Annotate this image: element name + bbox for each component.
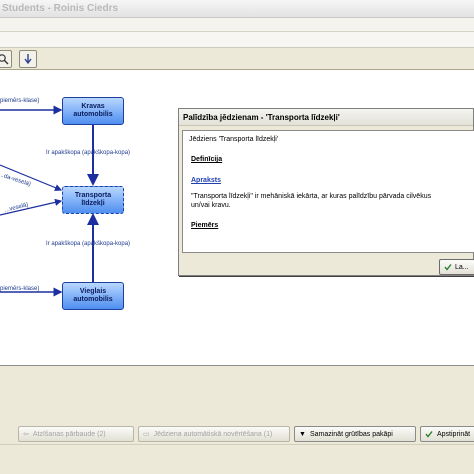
- pin-icon: [24, 54, 32, 65]
- check-arrow-icon: ⇦: [23, 431, 29, 438]
- dialog-close-button[interactable]: La...: [439, 259, 474, 275]
- dialog-title: Palīdzība jēdzienam - 'Transporta līdzek…: [179, 109, 473, 126]
- dialog-term-line: Jēdziens 'Transporta līdzekļi': [189, 136, 279, 143]
- window-titlebar: Students - Roinis Ciedrs: [0, 0, 474, 18]
- zoom-icon: [0, 54, 9, 65]
- menu-bar: [0, 18, 474, 32]
- recognition-check-button[interactable]: ⇦ Atzīšanas pārbaude (2): [18, 426, 134, 442]
- toolbar: [0, 48, 474, 70]
- node-kravas-label: Kravas automobilis: [73, 103, 113, 118]
- node-kravas-automobilis[interactable]: Kravas automobilis: [62, 97, 124, 125]
- document-icon: ▭: [143, 431, 150, 438]
- node-vieglais-automobilis[interactable]: Vieglais automobilis: [62, 282, 124, 310]
- edge-label-left-bottom: piemērs-klase): [0, 286, 40, 292]
- zoom-button[interactable]: [0, 50, 12, 68]
- header-strip: [0, 32, 474, 48]
- dialog-close-label: La...: [455, 263, 469, 271]
- confirm-button[interactable]: Apstiprināt: [420, 426, 474, 442]
- auto-evaluation-button[interactable]: ▭ Jēdziena automātiskā novērtēšana (1): [138, 426, 290, 442]
- lower-panel: [0, 366, 474, 424]
- arrow-down-icon: ▼: [299, 430, 306, 438]
- pin-button[interactable]: [19, 50, 37, 68]
- bottom-button-bar: ⇦ Atzīšanas pārbaude (2) ▭ Jēdziena auto…: [0, 424, 474, 444]
- description-link[interactable]: Apraksts: [191, 177, 221, 184]
- recognition-check-label: Atzīšanas pārbaude (2): [32, 430, 106, 438]
- status-bar: [0, 444, 474, 474]
- check-icon: [444, 264, 452, 271]
- window-title: Students - Roinis Ciedrs: [2, 3, 119, 14]
- dialog-footer: La...: [179, 255, 474, 277]
- dialog-content: Jēdziens 'Transporta līdzekļi' Definīcij…: [182, 130, 474, 253]
- edge-label-left-top: piemērs-klase): [0, 98, 40, 104]
- check-icon: [425, 431, 433, 438]
- examples-link[interactable]: Piemērs: [191, 222, 218, 229]
- reduce-difficulty-label: Samazināt grūtības pakāpi: [309, 430, 393, 438]
- definition-link[interactable]: Definīcija: [191, 156, 222, 163]
- node-transporta-lidzekli[interactable]: Transporta līdzekļi: [62, 186, 124, 214]
- description-text: "Transporta līdzekļi" ir mehāniskā iekār…: [191, 193, 432, 209]
- edge-label-vertical-bottom: Ir apakškopa (apakškopa-kopa): [46, 241, 131, 247]
- confirm-label: Apstiprināt: [437, 430, 471, 438]
- help-dialog: Palīdzība jēdzienam - 'Transporta līdzek…: [178, 108, 474, 276]
- edge-label-vertical-top: Ir apakškopa (apakškopa-kopa): [46, 150, 131, 156]
- reduce-difficulty-button[interactable]: ▼ Samazināt grūtības pakāpi: [294, 426, 416, 442]
- node-transporta-label: Transporta līdzekļi: [74, 192, 112, 207]
- auto-evaluation-label: Jēdziena automātiskā novērtēšana (1): [153, 430, 273, 438]
- node-vieglais-label: Vieglais automobilis: [73, 288, 113, 303]
